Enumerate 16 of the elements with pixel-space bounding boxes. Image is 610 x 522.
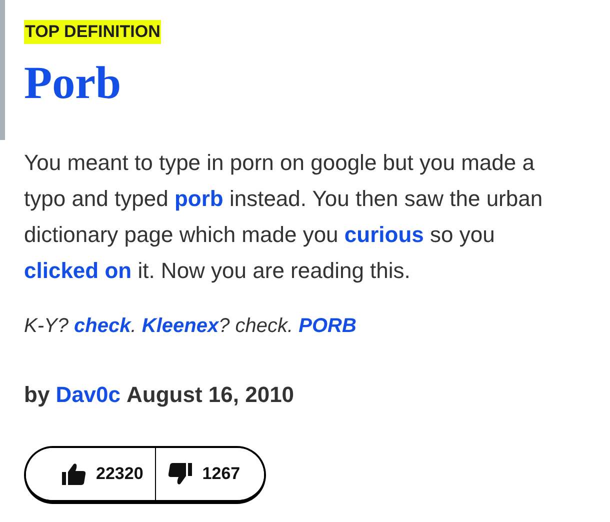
word-link[interactable]: PORB — [298, 315, 356, 337]
word-link[interactable]: check — [74, 315, 131, 337]
word-link[interactable]: clicked on — [24, 258, 132, 283]
byline-prefix: by — [24, 382, 50, 408]
thumbs-up-icon — [62, 463, 86, 485]
example-text: K-Y? check. Kleenex? check. PORB — [24, 315, 356, 338]
section-label: TOP DEFINITION — [24, 20, 162, 44]
author-link[interactable]: Dav0c — [56, 382, 121, 408]
word-title[interactable]: Porb — [24, 56, 122, 109]
word-link[interactable]: curious — [344, 222, 424, 247]
word-link[interactable]: Kleenex — [142, 315, 219, 337]
definition-text: You meant to type in porn on google but you made a typo and typed porb instead. You then saw the urban dictionary page which made you curious so you clicked on it. Now you are reading this. — [24, 149, 544, 285]
post-date: August 16, 2010 — [126, 382, 294, 408]
thumbs-down-icon — [168, 463, 192, 485]
word-link[interactable]: porb — [174, 186, 224, 211]
downvote-button[interactable]: 1267 — [155, 448, 264, 500]
